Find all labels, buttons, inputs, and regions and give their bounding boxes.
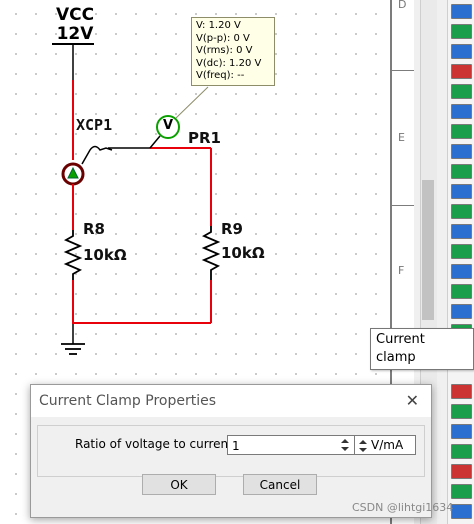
r8-value: 10kΩ — [83, 246, 127, 264]
cancel-button[interactable]: Cancel — [243, 474, 317, 495]
readout-v: V: 1.20 V — [196, 20, 241, 31]
instrument-tool-icon[interactable] — [451, 124, 472, 139]
instrument-tool-icon[interactable] — [451, 204, 472, 219]
unit-select[interactable]: V/mA — [354, 435, 416, 455]
dialog-title: Current Clamp Properties — [39, 393, 217, 409]
instrument-tool-icon[interactable] — [451, 484, 472, 499]
instrument-tool-icon[interactable] — [451, 284, 472, 299]
instrument-tool-icon[interactable] — [451, 404, 472, 419]
readout-vfreq: V(freq): -- — [196, 70, 245, 81]
readout-vpp: V(p-p): 0 V — [196, 32, 250, 44]
instrument-tool-icon[interactable] — [451, 44, 472, 59]
instrument-tool-icon[interactable] — [451, 304, 472, 319]
watermark: CSDN @lihtgi1634 — [352, 501, 454, 514]
instrument-tool-icon[interactable] — [451, 224, 472, 239]
instrument-tool-icon[interactable] — [451, 244, 472, 259]
dialog-titlebar[interactable]: Current Clamp Properties ✕ — [31, 385, 431, 417]
probe-readout-tooltip: V: 1.20 V V(p-p): 0 V V(rms): 0 V V(dc):… — [191, 17, 275, 86]
sheet-row-f-label: F — [398, 264, 405, 277]
current-clamp-dialog: Current Clamp Properties ✕ Ratio of volt… — [30, 384, 432, 518]
readout-vdc: V(dc): 1.20 V — [196, 57, 262, 69]
instrument-tool-icon[interactable] — [451, 444, 472, 459]
vcc-label: VCC — [55, 5, 95, 25]
current-clamp-tooltip: Current clamp — [370, 328, 474, 370]
ratio-label: Ratio of voltage to current: — [75, 437, 237, 451]
probe-ref: PR1 — [188, 129, 221, 147]
instrument-tool-icon[interactable] — [451, 504, 472, 519]
r8-name: R8 — [83, 220, 105, 238]
instrument-tool-icon[interactable] — [451, 424, 472, 439]
instrument-tool-icon[interactable] — [451, 24, 472, 39]
readout-vrms: V(rms): 0 V — [196, 45, 253, 56]
ratio-spin-icon[interactable] — [338, 435, 352, 455]
sheet-row-e-label: E — [398, 131, 405, 144]
instrument-tool-icon[interactable] — [451, 4, 472, 19]
instrument-tool-icon[interactable] — [451, 384, 472, 399]
instrument-tool-icon[interactable] — [451, 464, 472, 479]
voltmeter-icon: V — [163, 118, 174, 133]
r9-name: R9 — [221, 220, 243, 238]
instrument-tool-icon[interactable] — [451, 104, 472, 119]
instrument-tool-icon[interactable] — [451, 164, 472, 179]
r9-value: 10kΩ — [221, 244, 265, 262]
close-icon[interactable]: ✕ — [406, 391, 419, 410]
instrument-tool-icon[interactable] — [451, 144, 472, 159]
sheet-row-d-label: D — [398, 0, 407, 11]
instrument-tool-icon[interactable] — [451, 64, 472, 79]
vcc-value: 12V — [56, 24, 94, 44]
unit-spin-icon[interactable] — [357, 438, 369, 454]
scrollbar-thumb[interactable] — [422, 180, 434, 320]
instrument-tool-icon[interactable] — [451, 184, 472, 199]
instrument-tool-icon[interactable] — [451, 84, 472, 99]
ok-button[interactable]: OK — [142, 474, 216, 495]
probe-name: XCP1 — [76, 116, 113, 134]
unit-value: V/mA — [371, 438, 404, 452]
instrument-tool-icon[interactable] — [451, 264, 472, 279]
